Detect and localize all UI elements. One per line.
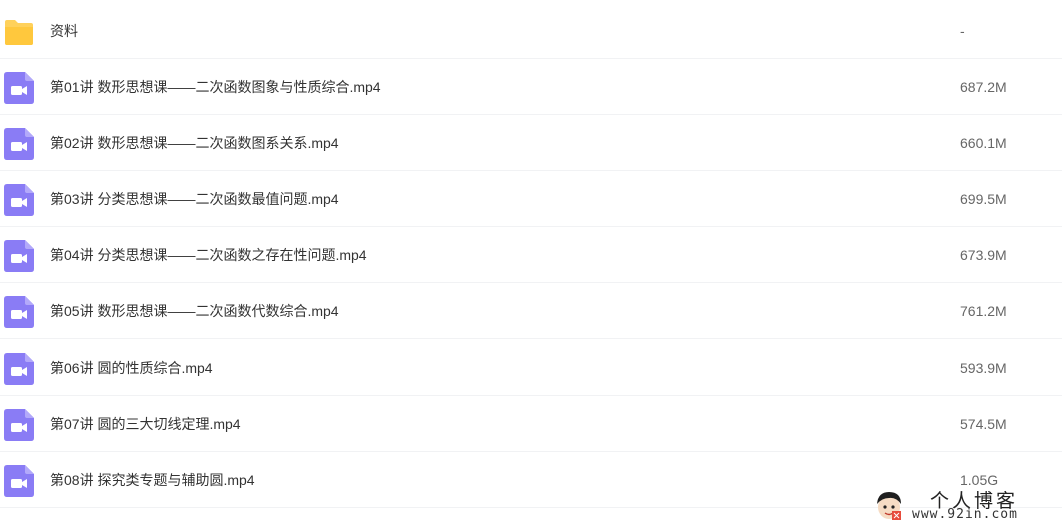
file-row-folder[interactable]: 资料 - — [0, 3, 1062, 59]
file-size: 761.2M — [960, 303, 1007, 319]
file-row-video[interactable]: 第05讲 数形思想课——二次函数代数综合.mp4 761.2M — [0, 283, 1062, 339]
file-name: 第06讲 圆的性质综合.mp4 — [50, 360, 213, 376]
file-row-video[interactable]: 第06讲 圆的性质综合.mp4 593.9M — [0, 340, 1062, 396]
file-size: 574.5M — [960, 416, 1007, 432]
file-size: 673.9M — [960, 247, 1007, 263]
video-file-icon — [4, 72, 34, 104]
file-name: 第03讲 分类思想课——二次函数最值问题.mp4 — [50, 191, 339, 207]
video-file-icon — [4, 184, 34, 216]
file-size: 660.1M — [960, 135, 1007, 151]
file-name: 第01讲 数形思想课——二次函数图象与性质综合.mp4 — [50, 79, 381, 95]
file-name: 第02讲 数形思想课——二次函数图系关系.mp4 — [50, 135, 339, 151]
file-name: 第05讲 数形思想课——二次函数代数综合.mp4 — [50, 303, 339, 319]
video-file-icon — [4, 409, 34, 441]
file-row-video[interactable]: 第03讲 分类思想课——二次函数最值问题.mp4 699.5M — [0, 171, 1062, 227]
file-row-video[interactable]: 第02讲 数形思想课——二次函数图系关系.mp4 660.1M — [0, 115, 1062, 171]
file-list: 资料 - 第01讲 数形思想课——二次函数图象与性质综合.mp4 687.2M … — [0, 0, 1062, 527]
folder-icon — [4, 16, 34, 48]
cartoon-avatar-icon — [872, 488, 906, 522]
site-watermark: 个人博客 www.92in.com — [866, 484, 1062, 527]
file-name: 第07讲 圆的三大切线定理.mp4 — [50, 416, 241, 432]
video-file-icon — [4, 128, 34, 160]
file-row-video[interactable]: 第01讲 数形思想课——二次函数图象与性质综合.mp4 687.2M — [0, 59, 1062, 115]
file-name: 资料 — [50, 23, 78, 39]
file-size: 687.2M — [960, 79, 1007, 95]
file-size: 593.9M — [960, 360, 1007, 376]
watermark-url: www.92in.com — [912, 507, 1018, 522]
video-file-icon — [4, 353, 34, 385]
file-size: 699.5M — [960, 191, 1007, 207]
file-name: 第04讲 分类思想课——二次函数之存在性问题.mp4 — [50, 247, 367, 263]
video-file-icon — [4, 240, 34, 272]
file-name: 第08讲 探究类专题与辅助圆.mp4 — [50, 472, 255, 488]
file-size: - — [960, 23, 965, 39]
file-row-video[interactable]: 第04讲 分类思想课——二次函数之存在性问题.mp4 673.9M — [0, 227, 1062, 283]
video-file-icon — [4, 465, 34, 497]
file-row-video[interactable]: 第07讲 圆的三大切线定理.mp4 574.5M — [0, 396, 1062, 452]
video-file-icon — [4, 296, 34, 328]
